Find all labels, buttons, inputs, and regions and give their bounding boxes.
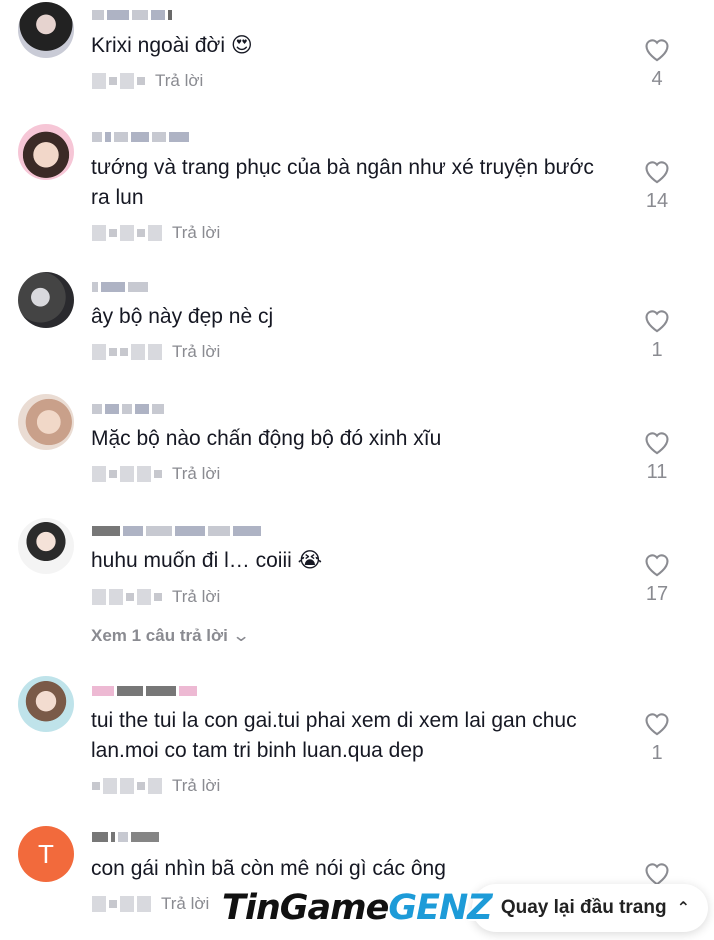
like-button[interactable]: 1 <box>640 710 674 765</box>
like-count: 11 <box>646 461 668 483</box>
date-blurred <box>92 225 162 241</box>
comment-meta: Trả lời <box>92 222 220 244</box>
reply-button[interactable]: Trả lời <box>155 71 203 91</box>
date-blurred <box>92 73 145 89</box>
heart-icon <box>645 432 669 455</box>
like-button[interactable]: 11 <box>640 429 674 484</box>
like-button[interactable]: 17 <box>640 551 674 606</box>
view-replies-button[interactable]: Xem 1 câu trả lời ⌄ <box>91 626 251 646</box>
date-blurred <box>92 466 162 482</box>
like-count: 1 <box>651 742 663 764</box>
date-blurred <box>92 344 162 360</box>
avatar[interactable] <box>18 676 74 732</box>
like-button[interactable]: 4 <box>640 36 674 91</box>
comment-meta: Trả lời <box>92 70 203 92</box>
username-blurred[interactable] <box>92 524 261 538</box>
date-blurred <box>92 778 162 794</box>
avatar[interactable] <box>18 518 74 574</box>
like-button[interactable] <box>640 860 674 886</box>
heart-icon <box>645 39 669 62</box>
date-blurred <box>92 589 162 605</box>
comment-text: tui the tui la con gai.tui phai xem di x… <box>91 709 577 762</box>
comment-text: tướng và trang phục của bà ngân như xé t… <box>91 156 594 209</box>
double-chevron-up-icon: ⌃ <box>676 900 690 917</box>
reply-button[interactable]: Trả lời <box>172 342 220 362</box>
view-replies-label: Xem 1 câu trả lời <box>91 626 228 645</box>
heart-icon <box>645 713 669 736</box>
comment-meta: Trả lời <box>92 586 220 608</box>
heart-icon <box>645 310 669 333</box>
back-to-top-button[interactable]: Quay lại đầu trang ⌃ <box>472 884 708 932</box>
comment-text: con gái nhìn bã còn mê nói gì các ông <box>91 857 446 880</box>
heart-icon <box>645 554 669 577</box>
username-blurred[interactable] <box>92 280 148 294</box>
like-count: 1 <box>651 339 663 361</box>
like-count: 14 <box>645 190 669 212</box>
reply-button[interactable]: Trả lời <box>172 464 220 484</box>
avatar[interactable] <box>18 272 74 328</box>
avatar[interactable]: T <box>18 826 74 882</box>
reply-button[interactable]: Trả lời <box>172 223 220 243</box>
watermark-part2: GENZ <box>388 888 492 928</box>
watermark-part1: TinGame <box>222 888 389 928</box>
date-blurred <box>92 896 151 912</box>
comment-meta: Trả lời <box>92 463 220 485</box>
comment-text: Krixi ngoài đời 😍 <box>91 34 253 57</box>
chevron-down-icon: ⌄ <box>231 626 251 645</box>
comment-meta: Trả lời <box>92 341 220 363</box>
like-button[interactable]: 14 <box>640 158 674 213</box>
username-blurred[interactable] <box>92 402 164 416</box>
comment-text: huhu muốn đi l… coiii 😭 <box>91 549 323 572</box>
username-blurred[interactable] <box>92 130 189 144</box>
avatar[interactable] <box>18 394 74 450</box>
reply-button[interactable]: Trả lời <box>172 776 220 796</box>
username-blurred[interactable] <box>92 830 159 844</box>
username-blurred[interactable] <box>92 684 197 698</box>
username-blurred[interactable] <box>92 8 172 22</box>
reply-button[interactable]: Trả lời <box>172 587 220 607</box>
watermark-logo: TinGameGENZ <box>222 888 493 928</box>
avatar[interactable] <box>18 2 74 58</box>
like-count: 4 <box>651 68 663 90</box>
comment-meta: Trả lời <box>92 775 220 797</box>
like-count: 17 <box>645 583 669 605</box>
reply-button[interactable]: Trả lời <box>161 894 209 914</box>
avatar[interactable] <box>18 124 74 180</box>
comment-text: Mặc bộ nào chấn động bộ đó xinh xĩu <box>91 427 442 450</box>
heart-icon <box>645 863 669 886</box>
like-button[interactable]: 1 <box>640 307 674 362</box>
comment-meta: Trả lời <box>92 893 209 915</box>
comment-text: ây bộ này đẹp nè cj <box>91 305 274 328</box>
heart-icon <box>645 161 669 184</box>
back-to-top-label: Quay lại đầu trang <box>500 897 667 918</box>
